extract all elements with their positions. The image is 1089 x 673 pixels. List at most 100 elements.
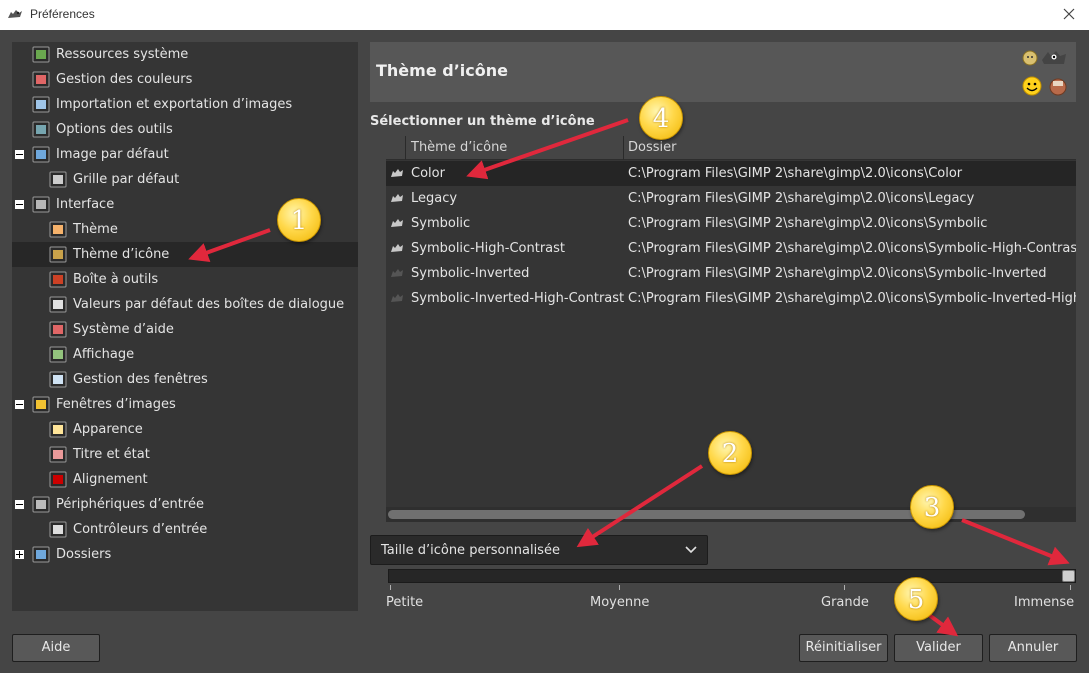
theme-preview-icon xyxy=(391,169,403,177)
window-title: Préférences xyxy=(30,7,95,21)
sidebar-item-label: Image par défaut xyxy=(56,147,169,162)
theme-name-cell: Symbolic-High-Contrast xyxy=(411,241,565,256)
ok-button[interactable]: Valider xyxy=(894,634,983,662)
sidebar-item-label: Grille par défaut xyxy=(73,172,180,187)
sidebar-item-label: Valeurs par défaut des boîtes de dialogu… xyxy=(73,297,345,312)
close-icon[interactable] xyxy=(1059,4,1079,24)
slider-tick xyxy=(844,585,845,590)
callout-1: 1 xyxy=(277,198,321,242)
cancel-button[interactable]: Annuler xyxy=(989,634,1077,662)
display-icon xyxy=(49,346,67,363)
gimp-wilber-icon xyxy=(8,10,22,18)
input-controllers-icon xyxy=(49,521,67,538)
sidebar-item-window-management[interactable]: Gestion des fenêtres xyxy=(12,367,358,392)
sidebar-item-display[interactable]: Affichage xyxy=(12,342,358,367)
window-titlebar: Préférences xyxy=(0,0,1089,30)
table-row[interactable]: Symbolic-High-Contrast C:\Program Files\G… xyxy=(386,236,1076,261)
theme-folder-cell: C:\Program Files\GIMP 2\share\gimp\2.0\i… xyxy=(628,291,1076,306)
help-button[interactable]: Aide xyxy=(12,634,100,662)
collapse-icon[interactable] xyxy=(15,150,24,159)
theme-preview-icon xyxy=(391,194,403,202)
dialog-defaults-icon xyxy=(49,296,67,313)
theme-preview-icon xyxy=(391,294,403,302)
sidebar-item-alignment[interactable]: Alignement xyxy=(12,467,358,492)
sidebar-item-label: Ressources système xyxy=(56,47,189,62)
tool-options-icon xyxy=(32,121,50,138)
theme-name-cell: Color xyxy=(411,166,445,181)
sidebar-item-color-management[interactable]: Gestion des couleurs xyxy=(12,67,358,92)
sidebar-item-default-grid[interactable]: Grille par défaut xyxy=(12,167,358,192)
sidebar-item-image-windows[interactable]: Fenêtres d’images xyxy=(12,392,358,417)
column-separator xyxy=(623,136,624,160)
help-system-icon xyxy=(49,321,67,338)
column-header-folder[interactable]: Dossier xyxy=(628,140,676,155)
theme-folder-cell: C:\Program Files\GIMP 2\share\gimp\2.0\i… xyxy=(628,166,963,181)
table-row[interactable]: Color C:\Program Files\GIMP 2\share\gimp\… xyxy=(386,161,1076,186)
sidebar-item-label: Interface xyxy=(56,197,115,212)
theme-folder-cell: C:\Program Files\GIMP 2\share\gimp\2.0\i… xyxy=(628,241,1076,256)
callout-2: 2 xyxy=(708,431,752,475)
expand-icon[interactable] xyxy=(15,550,24,559)
sidebar-item-folders[interactable]: Dossiers xyxy=(12,542,358,567)
sidebar-item-input-devices[interactable]: Périphériques d’entrée xyxy=(12,492,358,517)
sidebar-item-input-controllers[interactable]: Contrôleurs d’entrée xyxy=(12,517,358,542)
theme-name-cell: Symbolic-Inverted xyxy=(411,266,530,281)
sidebar-item-appearance[interactable]: Apparence xyxy=(12,417,358,442)
theme-folder-cell: C:\Program Files\GIMP 2\share\gimp\2.0\i… xyxy=(628,216,988,231)
table-row[interactable]: Symbolic C:\Program Files\GIMP 2\share\gi… xyxy=(386,211,1076,236)
arrow-callout-3 xyxy=(961,518,1070,566)
slider-tick xyxy=(390,585,391,590)
sidebar-item-help-system[interactable]: Système d’aide xyxy=(12,317,358,342)
default-image-icon xyxy=(32,146,50,163)
sidebar-item-icon-theme[interactable]: Thème d’icône xyxy=(12,242,358,267)
collapse-icon[interactable] xyxy=(15,500,24,509)
sidebar-item-label: Fenêtres d’images xyxy=(56,397,176,412)
sidebar-item-label: Gestion des couleurs xyxy=(56,72,193,87)
table-row[interactable]: Symbolic-Inverted-High-Contrast C:\Progra… xyxy=(386,286,1076,311)
collapse-icon[interactable] xyxy=(15,400,24,409)
reset-button[interactable]: Réinitialiser xyxy=(799,634,888,662)
column-separator xyxy=(405,136,406,160)
sidebar-item-tool-options[interactable]: Options des outils xyxy=(12,117,358,142)
sidebar-item-label: Thème d’icône xyxy=(73,247,170,262)
sidebar-item-title-status[interactable]: Titre et état xyxy=(12,442,358,467)
callout-3: 3 xyxy=(910,485,954,529)
title-status-icon xyxy=(49,446,67,463)
icon-theme-emblem-icon xyxy=(1022,50,1067,96)
theme-preview-icon xyxy=(391,269,403,277)
table-row[interactable]: Symbolic-Inverted C:\Program Files\GIMP 2… xyxy=(386,261,1076,286)
sidebar-item-label: Titre et état xyxy=(73,447,150,462)
slider-tick xyxy=(1070,585,1071,590)
sidebar-item-default-image[interactable]: Image par défaut xyxy=(12,142,358,167)
sidebar-item-system-resources[interactable]: Ressources système xyxy=(12,42,358,67)
preferences-sidebar: Ressources système Gestion des couleurs Im… xyxy=(12,42,358,611)
sidebar-item-label: Thème xyxy=(73,222,118,237)
theme-name-cell: Symbolic xyxy=(411,216,471,231)
slider-label-large: Grande xyxy=(821,595,869,610)
sidebar-item-label: Importation et exportation d’images xyxy=(56,97,293,112)
table-row[interactable]: Legacy C:\Program Files\GIMP 2\share\gimp… xyxy=(386,186,1076,211)
sidebar-item-label: Système d’aide xyxy=(73,322,174,337)
table-header: Thème d’icône Dossier xyxy=(386,136,1076,160)
slider-handle[interactable] xyxy=(1062,570,1075,582)
default-grid-icon xyxy=(49,171,67,188)
horizontal-scrollbar[interactable] xyxy=(386,507,1076,522)
callout-5: 5 xyxy=(894,577,938,621)
section-label: Sélectionner un thème d’icône xyxy=(370,114,595,129)
sidebar-item-toolbox[interactable]: Boîte à outils xyxy=(12,267,358,292)
sidebar-item-label: Options des outils xyxy=(56,122,173,137)
icon-size-dropdown[interactable]: Taille d’icône personnalisée xyxy=(370,535,708,565)
icon-size-dropdown-value: Taille d’icône personnalisée xyxy=(381,543,560,558)
sidebar-item-image-import-export[interactable]: Importation et exportation d’images xyxy=(12,92,358,117)
theme-folder-cell: C:\Program Files\GIMP 2\share\gimp\2.0\i… xyxy=(628,191,975,206)
sidebar-item-label: Gestion des fenêtres xyxy=(73,372,208,387)
icon-size-slider[interactable] xyxy=(388,569,1076,583)
page-header: Thème d’icône xyxy=(370,42,1076,102)
system-resources-icon xyxy=(32,46,50,63)
column-header-theme[interactable]: Thème d’icône xyxy=(411,140,507,155)
theme-name-cell: Symbolic-Inverted-High-Contrast xyxy=(411,291,625,306)
sidebar-item-dialog-defaults[interactable]: Valeurs par défaut des boîtes de dialogu… xyxy=(12,292,358,317)
appearance-icon xyxy=(49,421,67,438)
theme-name-cell: Legacy xyxy=(411,191,458,206)
collapse-icon[interactable] xyxy=(15,200,24,209)
